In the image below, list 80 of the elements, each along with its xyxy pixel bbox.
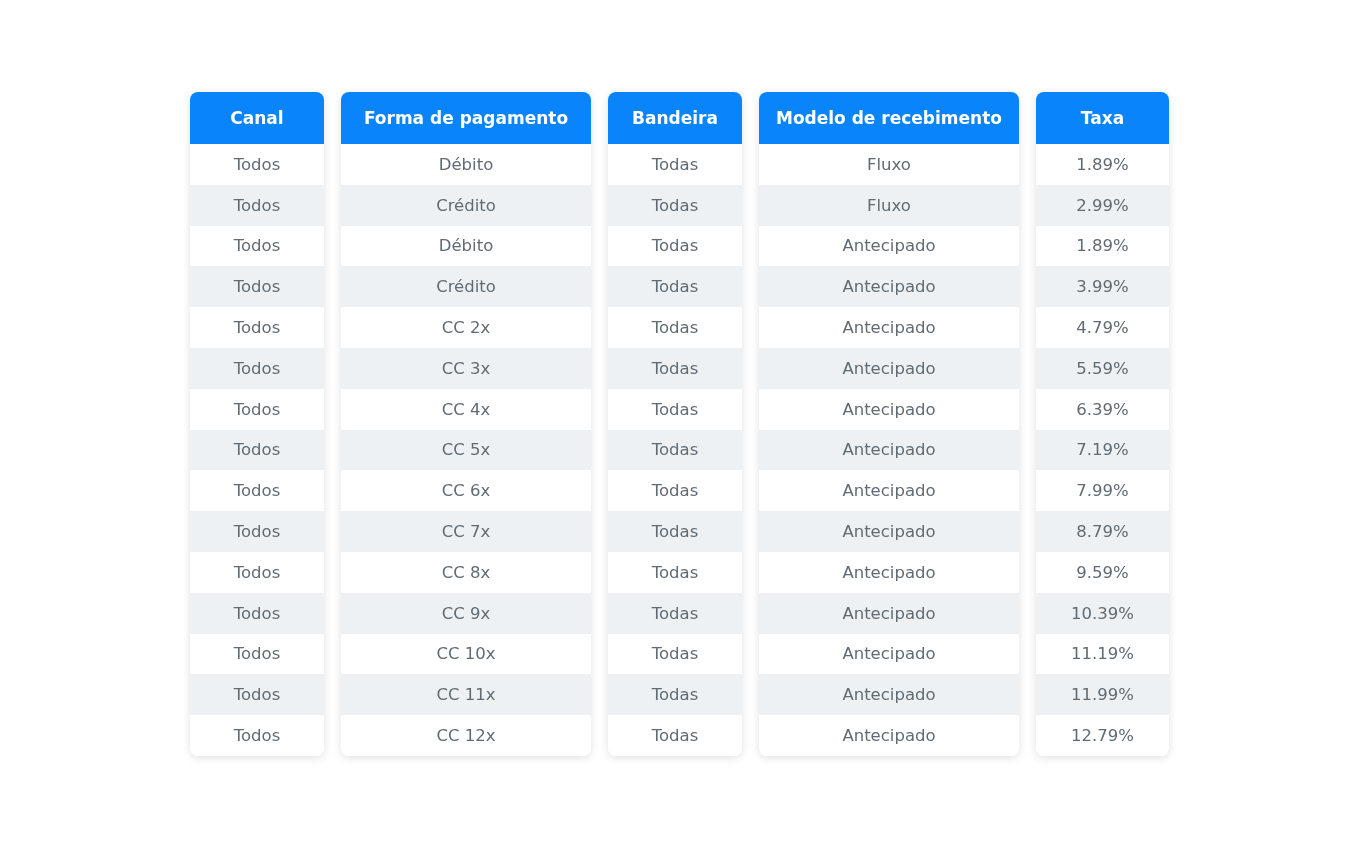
table-cell: 7.19% <box>1036 429 1169 471</box>
table-cell: Todos <box>190 388 324 430</box>
table-cell: Todos <box>190 592 324 634</box>
table-cell: 5.59% <box>1036 348 1169 389</box>
table-cell: Antecipado <box>759 592 1019 634</box>
table-cell: Todos <box>190 633 324 675</box>
table-cell: Fluxo <box>759 144 1019 185</box>
column-header: Canal <box>190 92 324 144</box>
table-cell: Antecipado <box>759 429 1019 471</box>
column-header: Forma de pagamento <box>341 92 591 144</box>
table-cell: Todos <box>190 551 324 593</box>
table-cell: 12.79% <box>1036 715 1169 756</box>
table-cell: Todos <box>190 511 324 552</box>
table-cell: CC 3x <box>341 348 591 389</box>
table-cell: 11.19% <box>1036 633 1169 675</box>
table-cell: Antecipado <box>759 511 1019 552</box>
table-cell: CC 7x <box>341 511 591 552</box>
table-cell: 7.99% <box>1036 470 1169 512</box>
table-cell: Débito <box>341 225 591 267</box>
table-cell: Todas <box>608 348 742 389</box>
table-cell: 3.99% <box>1036 266 1169 308</box>
table-cell: Todas <box>608 715 742 756</box>
table-cell: CC 12x <box>341 715 591 756</box>
table-cell: Débito <box>341 144 591 185</box>
table-cell: CC 11x <box>341 674 591 716</box>
table-cell: 10.39% <box>1036 592 1169 634</box>
table-cell: 1.89% <box>1036 225 1169 267</box>
table-cell: 1.89% <box>1036 144 1169 185</box>
table-cell: CC 10x <box>341 633 591 675</box>
table-cell: Todas <box>608 144 742 185</box>
table-cell: Todos <box>190 225 324 267</box>
column-header: Taxa <box>1036 92 1169 144</box>
table-cell: 2.99% <box>1036 184 1169 226</box>
table-cell: Todas <box>608 429 742 471</box>
column-header: Bandeira <box>608 92 742 144</box>
table-cell: Todos <box>190 715 324 756</box>
table-cell: CC 4x <box>341 388 591 430</box>
table-cell: Todos <box>190 429 324 471</box>
table-cell: CC 9x <box>341 592 591 634</box>
table-cell: 8.79% <box>1036 511 1169 552</box>
table-cell: Antecipado <box>759 225 1019 267</box>
table-cell: Todas <box>608 388 742 430</box>
table-cell: Todas <box>608 470 742 512</box>
table-cell: 6.39% <box>1036 388 1169 430</box>
table-cell: CC 5x <box>341 429 591 471</box>
table-cell: Todos <box>190 348 324 389</box>
table-cell: Todas <box>608 592 742 634</box>
table-cell: Todas <box>608 633 742 675</box>
table-cell: Todas <box>608 511 742 552</box>
table-cell: Antecipado <box>759 633 1019 675</box>
table-cell: Todos <box>190 184 324 226</box>
table-cell: Todas <box>608 551 742 593</box>
table-cell: Antecipado <box>759 715 1019 756</box>
table-cell: Antecipado <box>759 674 1019 716</box>
table-cell: Antecipado <box>759 470 1019 512</box>
table-cell: Antecipado <box>759 266 1019 308</box>
table-cell: Todos <box>190 470 324 512</box>
table-cell: Todos <box>190 674 324 716</box>
table-cell: 4.79% <box>1036 307 1169 348</box>
table-cell: Todas <box>608 307 742 348</box>
table-cell: Crédito <box>341 184 591 226</box>
table-cell: Fluxo <box>759 184 1019 226</box>
table-cell: CC 2x <box>341 307 591 348</box>
table-cell: CC 8x <box>341 551 591 593</box>
table-cell: Todas <box>608 184 742 226</box>
table-cell: Antecipado <box>759 551 1019 593</box>
table-cell: Antecipado <box>759 388 1019 430</box>
table-cell: CC 6x <box>341 470 591 512</box>
table-cell: Todos <box>190 144 324 185</box>
table-cell: Todas <box>608 266 742 308</box>
table-cell: Todos <box>190 307 324 348</box>
table-cell: Crédito <box>341 266 591 308</box>
table-cell: Todas <box>608 674 742 716</box>
table-cell: Antecipado <box>759 348 1019 389</box>
table-cell: Antecipado <box>759 307 1019 348</box>
table-cell: 9.59% <box>1036 551 1169 593</box>
table-cell: Todos <box>190 266 324 308</box>
column-header: Modelo de recebimento <box>759 92 1019 144</box>
table-cell: Todas <box>608 225 742 267</box>
table-cell: 11.99% <box>1036 674 1169 716</box>
